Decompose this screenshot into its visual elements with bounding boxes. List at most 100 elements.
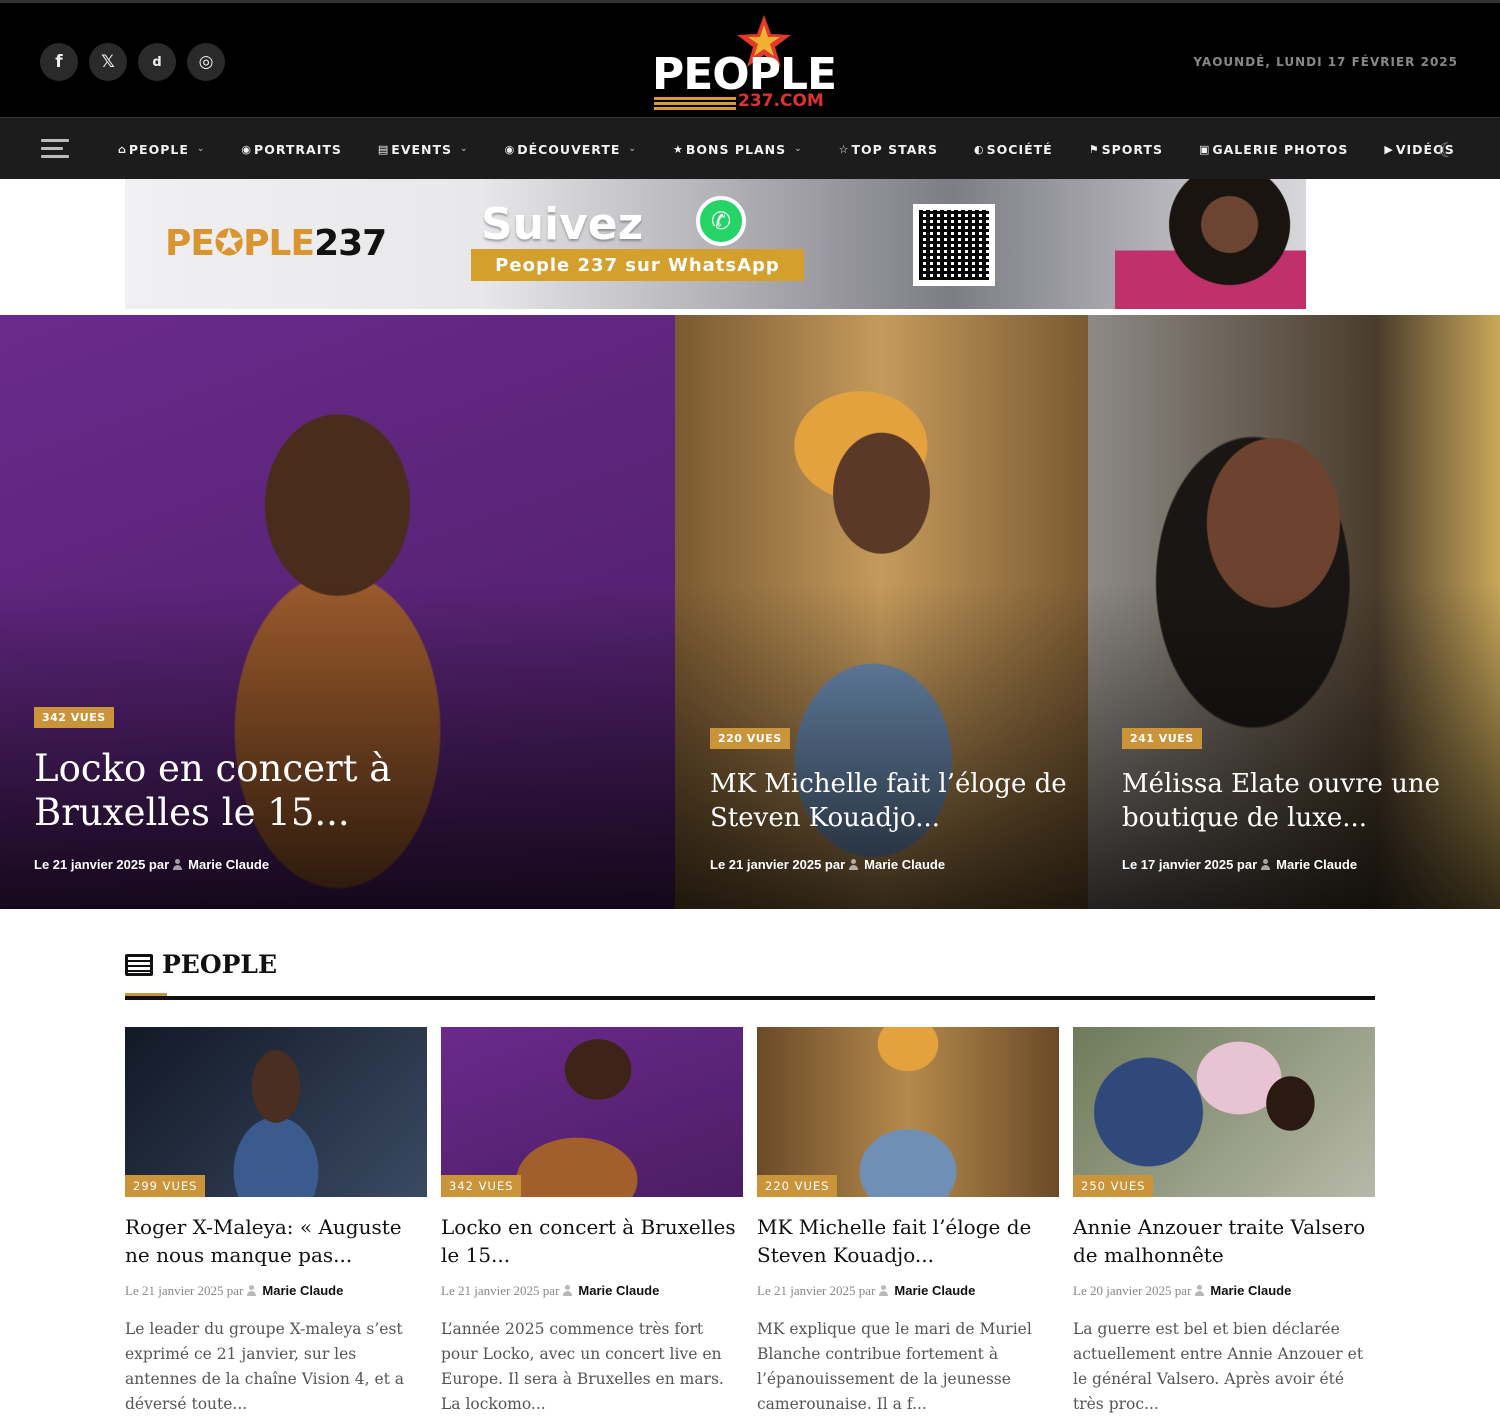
post-date: Le 21 janvier 2025 par [34,857,170,872]
hero-post-mk-michelle[interactable]: 220 VUES MK Michelle fait l’éloge de Ste… [675,315,1088,909]
camera-icon: ◉ [241,142,253,156]
facebook-icon[interactable]: f [40,43,78,81]
section-title: PEOPLE [162,950,278,979]
post-meta: Le 21 janvier 2025 par Marie Claude [757,1283,1059,1299]
chevron-down-icon: ⌄ [460,144,469,154]
nav-label: SOCIÉTÉ [986,141,1053,157]
newspaper-icon [125,953,153,976]
post-title[interactable]: Roger X-Maleya: « Auguste ne nous manque… [125,1213,427,1269]
post-thumbnail[interactable]: 250 VUES [1073,1027,1375,1197]
post-card: 299 VUES Roger X-Maleya: « Auguste ne no… [125,1027,427,1417]
x-icon[interactable]: 𝕏 [89,43,127,81]
main-navigation: ⌂ PEOPLE ⌄ ◉ PORTRAITS ▤ EVENTS ⌄ ◉ DÉCOUVERTE… [0,117,1500,179]
author-link[interactable]: Marie Claude [894,1283,975,1298]
banner-logo: PE✪PLE237 [165,223,387,264]
nav-item-sports[interactable]: ⚑ SPORTS [1089,142,1163,157]
current-date: YAOUNDÉ, LUNDI 17 FÉVRIER 2025 [1193,55,1458,69]
post-thumbnail[interactable]: 220 VUES [757,1027,1059,1197]
hero-title[interactable]: Mélissa Elate ouvre une boutique de luxe… [1122,767,1482,835]
user-icon [173,859,183,870]
dailymotion-icon[interactable]: d [138,43,176,81]
author-link[interactable]: Marie Claude [578,1283,659,1298]
social-links: f 𝕏 d ◎ [40,43,225,81]
post-date: Le 20 janvier 2025 par [1073,1283,1192,1298]
post-thumbnail[interactable]: 342 VUES [441,1027,743,1197]
banner-photo [1115,179,1306,309]
star-outline-icon: ☆ [838,142,850,156]
views-badge: 250 VUES [1073,1175,1154,1197]
post-card: 220 VUES MK Michelle fait l’éloge de Ste… [757,1027,1059,1417]
post-excerpt: Le leader du groupe X-maleya s’est expri… [125,1320,405,1413]
post-meta: Le 20 janvier 2025 par Marie Claude [1073,1283,1375,1299]
post-excerpt: La guerre est bel et bien déclarée actue… [1073,1320,1364,1413]
post-excerpt: MK explique que le mari de Muriel Blanch… [757,1320,1032,1413]
post-thumbnail[interactable]: 299 VUES [125,1027,427,1197]
instagram-icon[interactable]: ◎ [187,43,225,81]
section-accent [125,993,167,996]
chevron-down-icon: ⌄ [628,144,637,154]
user-icon [563,1285,573,1296]
dark-mode-toggle-icon[interactable]: ☾ [1438,138,1460,162]
camera-icon: ◉ [504,142,516,156]
post-title[interactable]: Locko en concert à Bruxelles le 15... [441,1213,743,1269]
calendar-icon: ▤ [377,142,390,156]
image-icon: ▣ [1198,142,1211,156]
section-heading[interactable]: PEOPLE [125,950,277,979]
logo-stripes [654,97,736,111]
views-badge: 241 VUES [1122,728,1202,749]
hero-title[interactable]: Locko en concert à Bruxelles le 15... [34,747,434,836]
nav-label: BONS PLANS [685,141,787,157]
banner-headline: Suivez [481,199,644,250]
post-meta: Le 21 janvier 2025 par Marie Claude [710,857,945,872]
nav-item-events[interactable]: ▤ EVENTS ⌄ [378,142,469,157]
post-meta: Le 21 janvier 2025 par Marie Claude [34,857,269,872]
nav-label: PORTRAITS [254,141,342,157]
post-date: Le 21 janvier 2025 par [125,1283,244,1298]
nav-item-people[interactable]: ⌂ PEOPLE ⌄ [118,142,205,157]
user-icon [1261,859,1271,870]
video-icon: ▶ [1384,142,1394,156]
views-badge: 220 VUES [710,728,790,749]
user-icon [879,1285,889,1296]
views-badge: 342 VUES [441,1175,522,1197]
author-link[interactable]: Marie Claude [1276,857,1357,872]
nav-item-galerie-photos[interactable]: ▣ GALERIE PHOTOS [1199,142,1348,157]
nav-label: EVENTS [391,141,453,157]
post-title[interactable]: MK Michelle fait l’éloge de Steven Kouad… [757,1213,1059,1269]
author-link[interactable]: Marie Claude [188,857,269,872]
nav-item-bons-plans[interactable]: ★ BONS PLANS ⌄ [673,142,803,157]
post-meta: Le 17 janvier 2025 par Marie Claude [1122,857,1357,872]
site-logo[interactable]: PEOPLE 237.COM [652,15,852,113]
chevron-down-icon: ⌄ [794,144,803,154]
top-header: f 𝕏 d ◎ PEOPLE 237.COM YAOUNDÉ, LUNDI 17… [0,0,1500,117]
globe-icon: ◐ [974,142,985,156]
nav-menu: ⌂ PEOPLE ⌄ ◉ PORTRAITS ▤ EVENTS ⌄ ◉ DÉCOUVERTE… [118,118,1491,180]
nav-label: GALERIE PHOTOS [1212,141,1349,157]
nav-item-decouverte[interactable]: ◉ DÉCOUVERTE ⌄ [505,142,637,157]
views-badge: 299 VUES [125,1175,206,1197]
post-meta: Le 21 janvier 2025 par Marie Claude [125,1283,427,1299]
post-title[interactable]: Annie Anzouer traite Valsero de malhonnê… [1073,1213,1375,1269]
post-card: 342 VUES Locko en concert à Bruxelles le… [441,1027,743,1417]
author-link[interactable]: Marie Claude [1210,1283,1291,1298]
whatsapp-icon: ✆ [696,196,746,246]
post-date: Le 17 janvier 2025 par [1122,857,1258,872]
hero-title[interactable]: MK Michelle fait l’éloge de Steven Kouad… [710,767,1070,835]
post-meta: Le 21 janvier 2025 par Marie Claude [441,1283,743,1299]
nav-item-top-stars[interactable]: ☆ TOP STARS [839,142,938,157]
hero-post-locko[interactable]: 342 VUES Locko en concert à Bruxelles le… [0,315,675,909]
nav-item-societe[interactable]: ◐ SOCIÉTÉ [974,142,1053,157]
flag-icon: ⚑ [1088,142,1100,156]
section-divider [125,996,1375,1000]
banner-whatsapp-bar: People 237 sur WhatsApp [471,249,804,281]
author-link[interactable]: Marie Claude [864,857,945,872]
nav-item-portraits[interactable]: ◉ PORTRAITS [241,142,341,157]
banner-logo-number: 237 [314,223,387,264]
author-link[interactable]: Marie Claude [262,1283,343,1298]
hero-post-melissa-elate[interactable]: 241 VUES Mélissa Elate ouvre une boutiqu… [1088,315,1500,909]
banner-logo-text: PE✪PLE [165,223,315,264]
menu-icon[interactable] [41,139,69,159]
whatsapp-banner-ad[interactable]: PE✪PLE237 Suivez ✆ People 237 sur WhatsA… [125,179,1306,309]
home-icon: ⌂ [118,142,127,156]
nav-label: PEOPLE [128,141,189,157]
